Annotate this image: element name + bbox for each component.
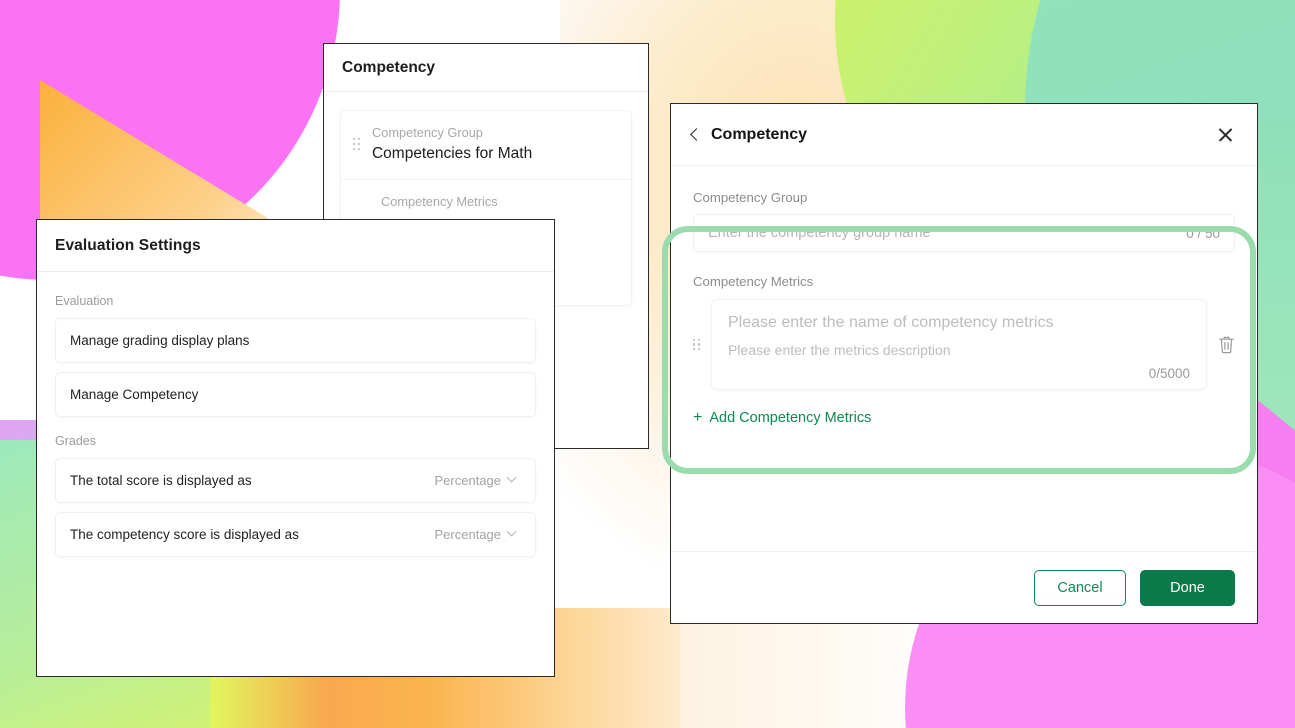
evaluation-settings-header: Evaluation Settings bbox=[37, 220, 554, 272]
competency-group-input[interactable]: Enter the competency group name 0 / 50 bbox=[693, 214, 1235, 252]
total-score-display-select[interactable]: Percentage bbox=[435, 473, 518, 488]
metric-editor-row: Please enter the name of competency metr… bbox=[693, 299, 1235, 390]
metric-input-box[interactable]: Please enter the name of competency metr… bbox=[710, 299, 1207, 390]
setting-label: Manage Competency bbox=[70, 387, 199, 402]
chevron-left-icon[interactable] bbox=[689, 129, 701, 141]
competency-modal-title: Competency bbox=[711, 125, 808, 143]
competency-group-input-placeholder: Enter the competency group name bbox=[708, 225, 931, 241]
metric-description-input-placeholder: Please enter the metrics description bbox=[727, 342, 951, 358]
competency-modal-header: Competency bbox=[671, 104, 1257, 166]
sidebar-item-manage-competency[interactable]: Manage Competency bbox=[55, 372, 536, 417]
competency-metrics-label: Competency Metrics bbox=[693, 274, 814, 289]
setting-competency-score-display[interactable]: The competency score is displayed as Per… bbox=[55, 512, 536, 557]
metric-description-counter: 0/5000 bbox=[1148, 366, 1190, 381]
competency-group-name: Competencies for Math bbox=[371, 145, 533, 162]
add-competency-metrics-label: Add Competency Metrics bbox=[709, 410, 872, 426]
competency-modal: Competency Competency Group Enter the co… bbox=[662, 103, 1258, 624]
setting-label: Manage grading display plans bbox=[70, 333, 250, 348]
trash-icon[interactable] bbox=[1218, 335, 1235, 354]
cancel-button[interactable]: Cancel bbox=[1034, 569, 1126, 606]
section-label-grades: Grades bbox=[55, 434, 96, 448]
close-icon[interactable] bbox=[1215, 124, 1237, 146]
drag-dots-icon[interactable] bbox=[353, 138, 360, 150]
chevron-down-icon bbox=[508, 474, 517, 483]
competency-modal-footer: Cancel Done bbox=[671, 551, 1257, 623]
plus-icon: + bbox=[693, 409, 703, 426]
competency-panel-header: Competency bbox=[324, 44, 648, 92]
metric-name-input-placeholder: Please enter the name of competency metr… bbox=[727, 314, 1054, 331]
evaluation-settings-panel: Evaluation Settings Evaluation Manage gr… bbox=[36, 219, 555, 677]
competency-group-counter: 0 / 50 bbox=[1186, 225, 1220, 241]
select-value: Percentage bbox=[434, 527, 502, 542]
competency-group-label: Competency Group bbox=[693, 190, 808, 205]
competency-panel-title: Competency bbox=[342, 58, 436, 76]
section-label-evaluation: Evaluation bbox=[55, 294, 114, 308]
competency-metrics-caption: Competency Metrics bbox=[381, 194, 498, 209]
setting-label: The total score is displayed as bbox=[70, 473, 252, 488]
evaluation-settings-body: Evaluation Manage grading display plans … bbox=[37, 272, 554, 557]
setting-total-score-display[interactable]: The total score is displayed as Percenta… bbox=[55, 458, 536, 503]
chevron-down-icon bbox=[508, 528, 517, 537]
add-competency-metrics-button[interactable]: + Add Competency Metrics bbox=[693, 409, 872, 427]
competency-group-field: Competency Group Competencies for Math bbox=[372, 125, 532, 163]
competency-group-caption: Competency Group bbox=[371, 125, 483, 140]
page-title: Evaluation Settings bbox=[55, 236, 201, 254]
competency-score-display-select[interactable]: Percentage bbox=[435, 527, 518, 542]
done-button[interactable]: Done bbox=[1140, 569, 1235, 606]
modal-header-left: Competency bbox=[689, 126, 807, 144]
drag-dots-icon[interactable] bbox=[693, 338, 700, 351]
competency-modal-body: Competency Group Enter the competency gr… bbox=[662, 166, 1257, 551]
setting-label: The competency score is displayed as bbox=[70, 527, 299, 542]
screen: Competency Competency Group Competencies… bbox=[0, 0, 1295, 728]
competency-group-row[interactable]: Competency Group Competencies for Math bbox=[341, 111, 631, 180]
sidebar-item-manage-grading-display-plans[interactable]: Manage grading display plans bbox=[55, 318, 536, 363]
select-value: Percentage bbox=[434, 473, 502, 488]
